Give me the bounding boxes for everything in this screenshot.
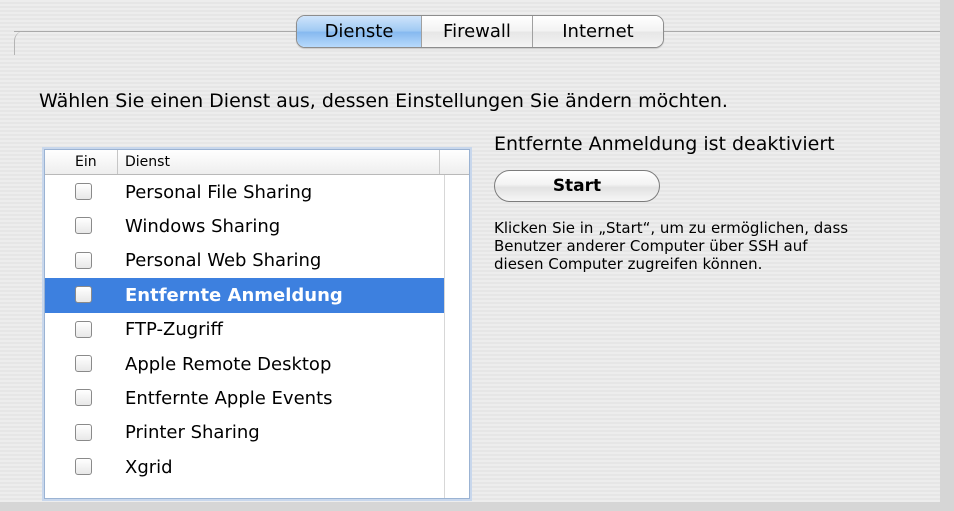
- column-header-on[interactable]: Ein: [45, 150, 118, 174]
- help-line: diesen Computer zugreifen können.: [494, 255, 763, 273]
- service-checkbox[interactable]: [75, 183, 92, 200]
- service-checkbox[interactable]: [75, 354, 92, 372]
- table-row[interactable]: Xgrid: [45, 450, 469, 484]
- window-frame-right: [940, 0, 954, 511]
- table-body: Personal File Sharing Windows Sharing Pe…: [45, 175, 469, 485]
- help-line: Klicken Sie in „Start“, um zu ermögliche…: [494, 219, 849, 237]
- service-checkbox[interactable]: [75, 389, 92, 407]
- instruction-text: Wählen Sie einen Dienst aus, dessen Eins…: [39, 90, 728, 112]
- table-row[interactable]: Apple Remote Desktop: [45, 347, 469, 381]
- service-label: Xgrid: [125, 456, 173, 478]
- start-button[interactable]: Start: [494, 170, 660, 202]
- table-scroll-column: [444, 175, 469, 498]
- column-header-filler: [440, 150, 469, 174]
- service-checkbox[interactable]: [75, 320, 92, 338]
- service-status-text: Entfernte Anmeldung ist deaktiviert: [494, 133, 835, 155]
- service-label: Personal File Sharing: [125, 181, 313, 203]
- service-label: Entfernte Anmeldung: [125, 284, 343, 306]
- tab-dienste[interactable]: Dienste: [297, 16, 421, 47]
- column-header-service[interactable]: Dienst: [118, 150, 440, 174]
- service-checkbox[interactable]: [75, 286, 92, 304]
- tab-internet[interactable]: Internet: [532, 16, 663, 47]
- service-checkbox[interactable]: [75, 217, 92, 235]
- window-frame-bottom: [0, 502, 954, 511]
- service-checkbox[interactable]: [75, 423, 92, 441]
- service-label: FTP-Zugriff: [125, 319, 223, 341]
- table-row[interactable]: Windows Sharing: [45, 209, 469, 243]
- service-label: Entfernte Apple Events: [125, 388, 333, 410]
- tab-bar: Dienste Firewall Internet: [296, 15, 664, 48]
- table-header: Ein Dienst: [45, 150, 469, 175]
- help-line: Benutzer anderer Computer über SSH auf: [494, 237, 808, 255]
- services-table: Ein Dienst Personal File Sharing Windows…: [44, 149, 470, 499]
- table-row[interactable]: Personal Web Sharing: [45, 244, 469, 278]
- service-label: Personal Web Sharing: [125, 250, 322, 272]
- service-checkbox[interactable]: [75, 251, 92, 269]
- help-text: Klicken Sie in „Start“, um zu ermögliche…: [494, 219, 939, 273]
- table-row-selected[interactable]: Entfernte Anmeldung: [45, 278, 469, 313]
- tab-panel-corner: [14, 31, 27, 55]
- tab-firewall[interactable]: Firewall: [421, 16, 532, 47]
- table-row[interactable]: Personal File Sharing: [45, 175, 469, 209]
- service-label: Apple Remote Desktop: [125, 353, 332, 375]
- table-row[interactable]: FTP-Zugriff: [45, 313, 469, 347]
- service-label: Windows Sharing: [125, 216, 281, 238]
- service-label: Printer Sharing: [125, 422, 260, 444]
- service-checkbox[interactable]: [75, 458, 92, 476]
- table-row[interactable]: Entfernte Apple Events: [45, 381, 469, 415]
- table-row[interactable]: Printer Sharing: [45, 416, 469, 450]
